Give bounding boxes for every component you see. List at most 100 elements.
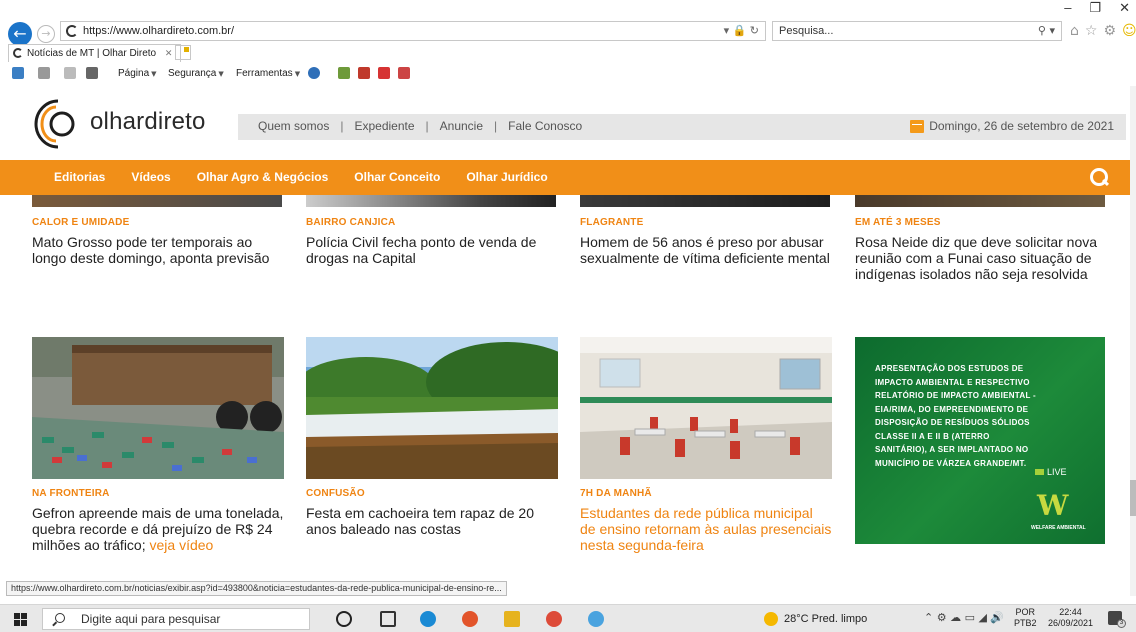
news-card[interactable]: CALOR E UMIDADE Mato Grosso pode ter tem… bbox=[32, 217, 284, 266]
clock-date: 26/09/2021 bbox=[1048, 618, 1094, 628]
addon-icon[interactable] bbox=[338, 67, 350, 79]
tray-icons[interactable]: ⌃ ⚙ ☁ ▭ ◢ 🔊 bbox=[924, 611, 1004, 624]
tools-menu[interactable]: Ferramentas ▼ bbox=[236, 68, 300, 79]
search-icon[interactable]: ⚲ ▾ bbox=[1038, 22, 1055, 40]
news-card[interactable]: 7H DA MANHÃ Estudantes da rede pública m… bbox=[580, 337, 832, 553]
header-date: Domingo, 26 de setembro de 2021 bbox=[910, 119, 1114, 133]
news-image-drugs-truck[interactable] bbox=[32, 337, 284, 479]
edge-icon[interactable] bbox=[420, 611, 436, 627]
nav-separator: | bbox=[494, 119, 498, 133]
addon-shield-icon[interactable] bbox=[378, 67, 390, 79]
nav-link-fale-conosco[interactable]: Fale Conosco bbox=[508, 119, 582, 133]
menu-item-olhar-conceito[interactable]: Olhar Conceito bbox=[354, 170, 440, 184]
home-icon[interactable]: ⌂ bbox=[1070, 23, 1079, 39]
nav-link-anuncie[interactable]: Anuncie bbox=[440, 119, 483, 133]
news-card[interactable]: FLAGRANTE Homem de 56 anos é preso por a… bbox=[580, 217, 832, 266]
video-link[interactable]: veja vídeo bbox=[150, 537, 214, 553]
main-menu-bar: Editorias Vídeos Olhar Agro & Negócios O… bbox=[0, 160, 1130, 195]
browser-search-input[interactable]: Pesquisa... ⚲ ▾ bbox=[772, 21, 1062, 41]
taskbar-search-input[interactable]: Digite aqui para pesquisar bbox=[42, 608, 310, 630]
notification-count: 3 bbox=[1117, 619, 1126, 628]
news-content: CALOR E UMIDADE Mato Grosso pode ter tem… bbox=[0, 195, 1130, 581]
news-image-partial[interactable] bbox=[855, 195, 1105, 207]
news-image-waterfall[interactable] bbox=[306, 337, 558, 479]
nav-link-quem-somos[interactable]: Quem somos bbox=[258, 119, 329, 133]
browser-search-placeholder: Pesquisa... bbox=[779, 25, 834, 37]
notification-center-icon[interactable]: 3 bbox=[1108, 611, 1126, 628]
news-image-classroom[interactable] bbox=[580, 337, 832, 479]
close-icon[interactable]: ✕ bbox=[1119, 0, 1130, 18]
site-header: olhardireto Quem somos | Expediente | An… bbox=[0, 90, 1136, 160]
news-headline[interactable]: Festa em cachoeira tem rapaz de 20 anos … bbox=[306, 505, 558, 537]
mail-icon[interactable] bbox=[64, 67, 76, 79]
weather-widget[interactable]: 28°C Pred. limpo bbox=[764, 612, 867, 626]
new-tab-button[interactable] bbox=[175, 45, 191, 60]
task-view-icon[interactable] bbox=[380, 611, 396, 627]
news-category: 7H DA MANHÃ bbox=[580, 488, 652, 499]
back-arrow-icon[interactable]: ← bbox=[8, 22, 32, 46]
address-bar[interactable]: https://www.olhardireto.com.br/ ▾ 🔒 ↻ bbox=[60, 21, 766, 41]
olhardireto-logo-icon[interactable] bbox=[32, 97, 78, 151]
chrome-icon[interactable] bbox=[546, 611, 562, 627]
windows-start-icon[interactable] bbox=[14, 613, 27, 626]
news-card[interactable]: BAIRRO CANJICA Polícia Civil fecha ponto… bbox=[306, 217, 558, 266]
firefox-icon[interactable] bbox=[462, 611, 478, 627]
settings-gear-icon[interactable]: ⚙ bbox=[1103, 23, 1116, 39]
news-image-partial[interactable] bbox=[306, 195, 556, 207]
internet-explorer-icon[interactable] bbox=[588, 611, 604, 627]
news-headline[interactable]: Polícia Civil fecha ponto de venda de dr… bbox=[306, 234, 558, 266]
scrollbar-thumb[interactable] bbox=[1130, 480, 1136, 516]
restore-icon[interactable]: ❐ bbox=[1089, 0, 1101, 18]
advertisement-banner[interactable]: APRESENTAÇÃO DOS ESTUDOS DE IMPACTO AMBI… bbox=[855, 337, 1105, 544]
site-search-icon[interactable] bbox=[1090, 168, 1108, 186]
addon-extra-icon[interactable] bbox=[398, 67, 410, 79]
nav-link-expediente[interactable]: Expediente bbox=[354, 119, 414, 133]
page-menu[interactable]: Página ▼ bbox=[118, 68, 157, 79]
tab-olhardireto[interactable]: Notícias de MT | Olhar Direto ✕ bbox=[8, 44, 182, 62]
tab-favicon-icon bbox=[13, 48, 23, 58]
menu-item-editorias[interactable]: Editorias bbox=[54, 170, 105, 184]
print-icon[interactable] bbox=[86, 67, 98, 79]
refresh-icon[interactable]: ▾ 🔒 ↻ bbox=[724, 22, 759, 40]
home-cmd-icon[interactable] bbox=[12, 67, 24, 79]
news-headline-hover[interactable]: Estudantes da rede pública municipal de … bbox=[580, 505, 832, 553]
news-headline[interactable]: Gefron apreende mais de uma tonelada, qu… bbox=[32, 505, 284, 553]
security-menu-label: Segurança bbox=[168, 68, 217, 79]
page-scrollbar[interactable] bbox=[1130, 86, 1136, 596]
weather-moon-icon bbox=[764, 612, 778, 626]
browser-toolbar-icons: ⌂ ☆ ⚙ ☺ bbox=[1070, 23, 1136, 39]
menu-item-videos[interactable]: Vídeos bbox=[131, 170, 170, 184]
news-card[interactable]: NA FRONTEIRA Gefron apreende mais de uma… bbox=[32, 337, 284, 553]
tab-close-icon[interactable]: ✕ bbox=[165, 49, 173, 59]
menu-item-olhar-agro[interactable]: Olhar Agro & Negócios bbox=[197, 170, 329, 184]
cortana-icon[interactable] bbox=[336, 611, 352, 627]
taskbar-clock[interactable]: 22:44 26/09/2021 bbox=[1048, 607, 1093, 629]
feedback-smiley-icon[interactable]: ☺ bbox=[1122, 23, 1136, 39]
language-top: POR bbox=[1015, 607, 1036, 617]
news-card[interactable]: EM ATÉ 3 MESES Rosa Neide diz que deve s… bbox=[855, 217, 1107, 282]
taskbar-search-placeholder: Digite aqui para pesquisar bbox=[81, 612, 221, 626]
address-row: ← → https://www.olhardireto.com.br/ ▾ 🔒 … bbox=[0, 18, 1136, 46]
ad-brand-name: WELFARE AMBIENTAL bbox=[1031, 525, 1086, 531]
news-headline[interactable]: Homem de 56 anos é preso por abusar sexu… bbox=[580, 234, 832, 266]
file-explorer-icon[interactable] bbox=[504, 611, 520, 627]
news-category: EM ATÉ 3 MESES bbox=[855, 217, 941, 228]
news-image-partial[interactable] bbox=[32, 195, 282, 207]
forward-arrow-icon[interactable]: → bbox=[37, 25, 55, 43]
minimize-icon[interactable]: – bbox=[1064, 0, 1071, 18]
news-headline[interactable]: Rosa Neide diz que deve solicitar nova r… bbox=[855, 234, 1107, 282]
addon-red-icon[interactable] bbox=[358, 67, 370, 79]
news-category: CONFUSÃO bbox=[306, 488, 365, 499]
feeds-icon[interactable] bbox=[38, 67, 50, 79]
news-image-partial[interactable] bbox=[580, 195, 830, 207]
tab-title: Notícias de MT | Olhar Direto bbox=[27, 48, 157, 59]
logo-wordmark[interactable]: olhardireto bbox=[90, 108, 206, 136]
help-icon[interactable] bbox=[308, 67, 320, 79]
favorites-star-icon[interactable]: ☆ bbox=[1085, 23, 1098, 39]
address-url: https://www.olhardireto.com.br/ bbox=[83, 25, 235, 37]
security-menu[interactable]: Segurança ▼ bbox=[168, 68, 224, 79]
language-indicator[interactable]: POR PTB2 bbox=[1014, 607, 1037, 629]
menu-item-olhar-juridico[interactable]: Olhar Jurídico bbox=[466, 170, 547, 184]
news-card[interactable]: CONFUSÃO Festa em cachoeira tem rapaz de… bbox=[306, 337, 558, 537]
news-headline[interactable]: Mato Grosso pode ter temporais ao longo … bbox=[32, 234, 284, 266]
